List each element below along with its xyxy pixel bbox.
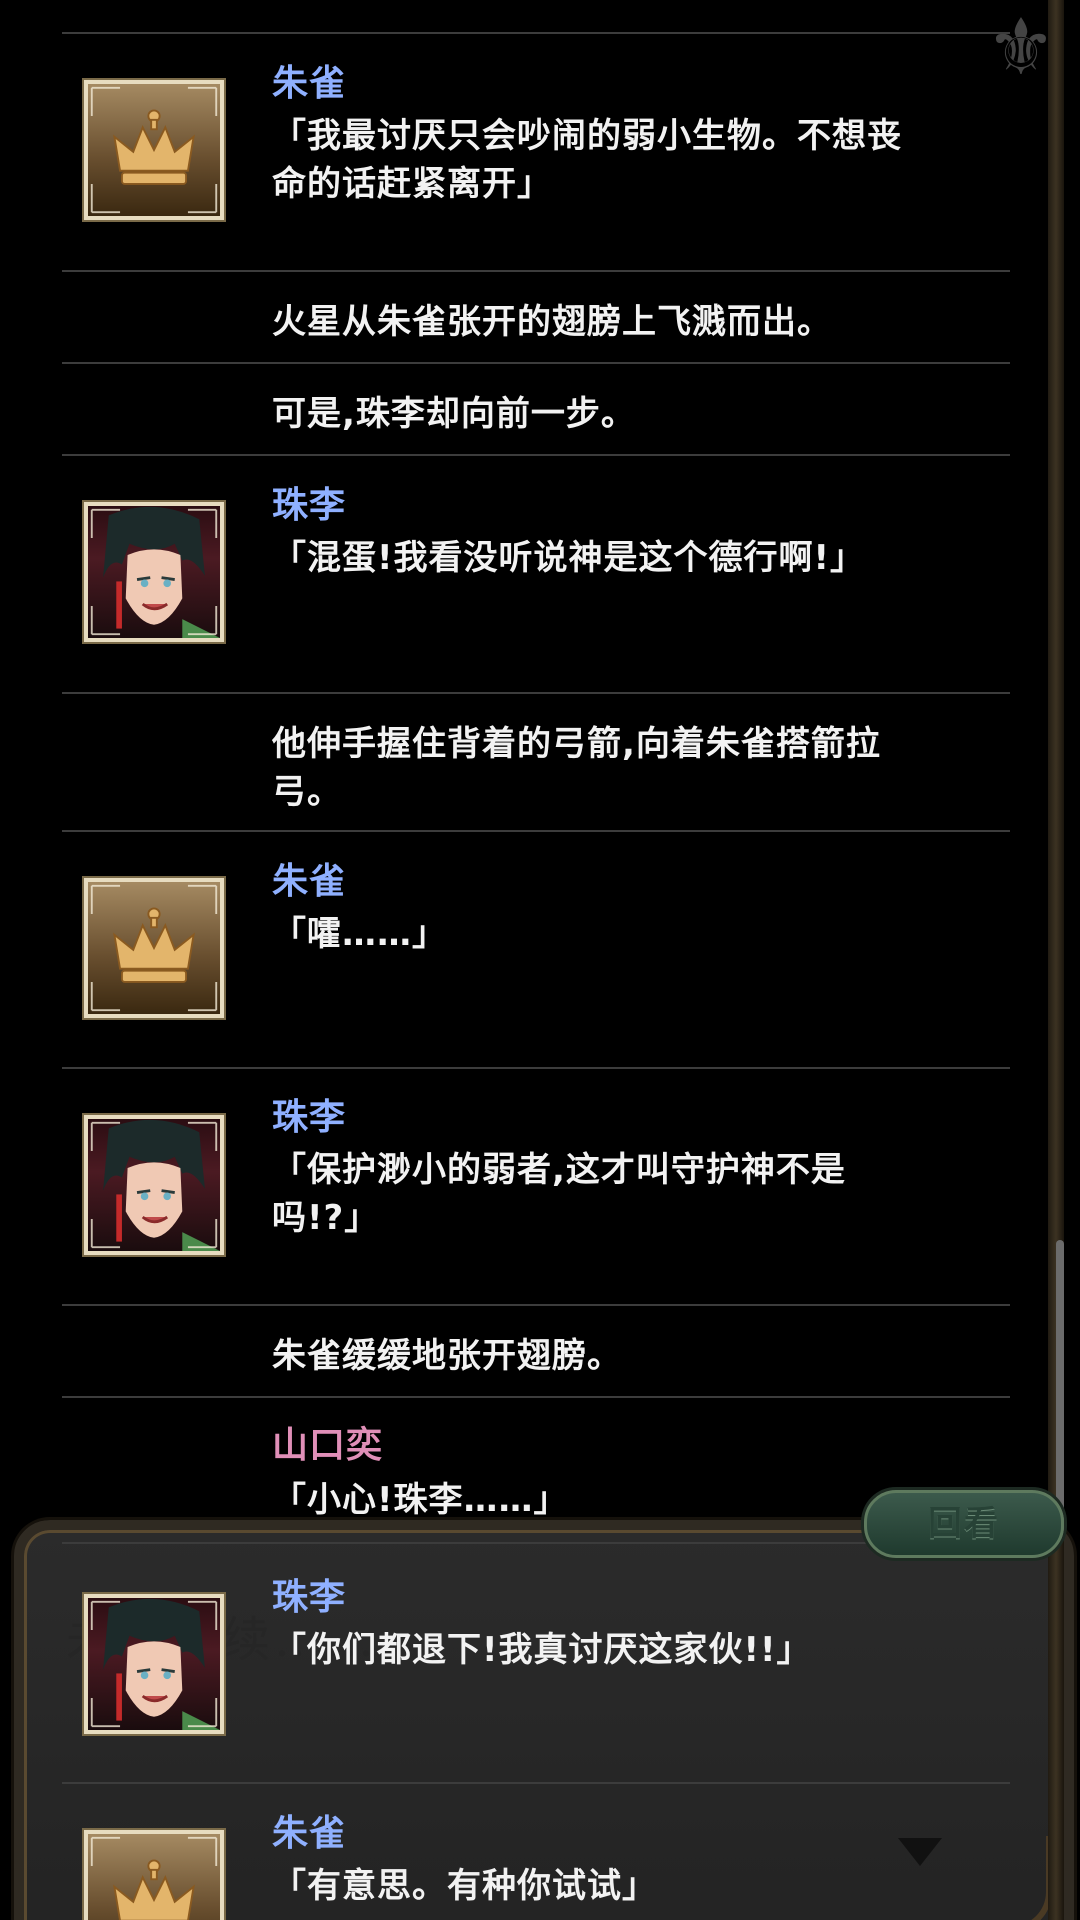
log-line: 「有意思。有种你试试」 bbox=[272, 1866, 657, 1906]
speaker-name: 朱雀 bbox=[272, 63, 347, 104]
divider bbox=[62, 692, 1010, 694]
log-line: 朱雀缓缓地张开翅膀。 bbox=[272, 1336, 622, 1376]
divider bbox=[62, 1304, 1010, 1306]
side-rail bbox=[1048, 0, 1064, 1920]
crown-icon bbox=[82, 876, 226, 1020]
log-line: 可是,珠李却向前一步。 bbox=[272, 394, 636, 434]
scrollbar[interactable] bbox=[1056, 1240, 1064, 1540]
review-button[interactable]: 回看 bbox=[864, 1490, 1064, 1558]
divider bbox=[62, 1067, 1010, 1069]
divider bbox=[62, 1396, 1010, 1398]
fleur-de-lis-icon: ⚜ bbox=[986, 3, 1056, 93]
speaker-name: 珠李 bbox=[272, 485, 347, 526]
crown-icon bbox=[82, 78, 226, 222]
speaker-name: 朱雀 bbox=[272, 1813, 347, 1854]
zhuli-portrait bbox=[82, 1113, 226, 1257]
divider bbox=[62, 270, 1010, 272]
backlog-list[interactable]: 朱雀 「我最讨厌只会吵闹的弱小生物。不想丧命的话赶紧离开」 火星从朱雀张开的翅膀… bbox=[0, 0, 1080, 1920]
scrollbar-thumb[interactable] bbox=[1056, 1240, 1064, 1540]
log-line: 他伸手握住背着的弓箭,向着朱雀搭箭拉弓。 bbox=[272, 724, 881, 812]
divider bbox=[62, 830, 1010, 832]
speaker-name: 珠李 bbox=[272, 1097, 347, 1138]
log-line: 「我最讨厌只会吵闹的弱小生物。不想丧命的话赶紧离开」 bbox=[272, 116, 902, 204]
speaker-name: 山口奕 bbox=[272, 1425, 384, 1466]
log-line: 「保护渺小的弱者,这才叫守护神不是吗!?」 bbox=[272, 1150, 846, 1238]
log-line: 「嚯……」 bbox=[272, 914, 447, 954]
divider bbox=[62, 362, 1010, 364]
log-line: 火星从朱雀张开的翅膀上飞溅而出。 bbox=[272, 302, 832, 342]
crown-icon bbox=[82, 1828, 226, 1920]
log-line: 「混蛋!我看没听说神是这个德行啊!」 bbox=[272, 538, 866, 578]
speaker-name: 珠李 bbox=[272, 1577, 347, 1618]
divider bbox=[62, 32, 1010, 34]
divider bbox=[62, 454, 1010, 456]
divider bbox=[62, 1782, 1010, 1784]
backlog-screen: 未完待续…… bbox=[0, 0, 1080, 1920]
log-line: 「小心!珠李……」 bbox=[272, 1480, 569, 1520]
zhuli-portrait bbox=[82, 500, 226, 644]
zhuli-portrait bbox=[82, 1592, 226, 1736]
log-line: 「你们都退下!我真讨厌这家伙!!」 bbox=[272, 1630, 812, 1670]
speaker-name: 朱雀 bbox=[272, 861, 347, 902]
